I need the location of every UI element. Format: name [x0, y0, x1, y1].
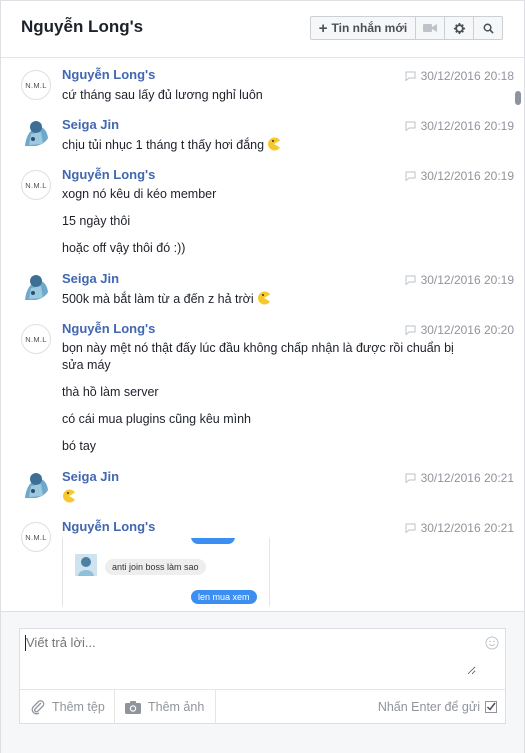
conversation-panel: Nguyễn Long's + Tin nhắn mới N.M.L Nguyễ… [0, 0, 525, 753]
attachment-blue-bubble: len mua xem [191, 590, 257, 604]
message-text: bọn này mệt nó thật đấy lúc đầu không ch… [62, 341, 454, 372]
avatar[interactable] [21, 470, 51, 500]
divider [114, 690, 115, 724]
timestamp: 30/12/2016 20:19 [405, 273, 514, 287]
attachment-avatar [75, 554, 97, 576]
pacman-emoji-icon [257, 291, 270, 305]
timestamp-text: 30/12/2016 20:19 [420, 273, 514, 287]
timestamp: 30/12/2016 20:19 [405, 119, 514, 133]
message-text: cứ tháng sau lấy đủ lương nghỉ luôn [62, 88, 263, 102]
message-text: có cái mua plugins cũng kêu mình [62, 412, 251, 426]
sender-name[interactable]: Seiga Jin [62, 117, 119, 132]
avatar[interactable] [21, 118, 51, 148]
sender-name[interactable]: Seiga Jin [62, 271, 119, 286]
message-status-icon [405, 275, 416, 285]
composer: Thêm tệp Thêm ảnh Nhấn Enter để gửi [1, 611, 524, 753]
message-text: hoặc off vậy thôi đó :)) [62, 241, 186, 255]
conversation-header: Nguyễn Long's + Tin nhắn mới [1, 1, 524, 58]
sender-name[interactable]: Nguyễn Long's [62, 321, 155, 336]
settings-button[interactable] [445, 16, 474, 40]
add-file-button[interactable]: Thêm tệp [30, 690, 105, 724]
attachment-blue-bubble-partial [191, 538, 236, 544]
timestamp-text: 30/12/2016 20:19 [420, 119, 514, 133]
message-text-content: chịu tủi nhục 1 tháng t thấy hơi đắng [62, 138, 265, 152]
sender-name[interactable]: Seiga Jin [62, 469, 119, 484]
sender-name[interactable]: Nguyễn Long's [62, 519, 155, 534]
timestamp-text: 30/12/2016 20:21 [420, 521, 514, 535]
timestamp: 30/12/2016 20:18 [405, 69, 514, 83]
camera-icon [125, 700, 141, 714]
pacman-emoji-icon [63, 489, 75, 503]
paperclip-icon [31, 700, 45, 715]
divider [215, 690, 216, 724]
timestamp: 30/12/2016 20:19 [405, 169, 514, 183]
message-status-icon [405, 71, 416, 81]
message-text [62, 489, 467, 506]
plus-icon: + [318, 19, 328, 37]
message-status-icon [405, 473, 416, 483]
new-message-label: Tin nhắn mới [331, 21, 408, 35]
message-text: thà hồ làm server [62, 385, 159, 399]
message-status-icon [405, 121, 416, 131]
timestamp-text: 30/12/2016 20:18 [420, 69, 514, 83]
timestamp: 30/12/2016 20:20 [405, 323, 514, 337]
attachment-grey-bubble: anti join boss làm sao [105, 559, 206, 575]
message-text: 500k mà bắt làm từ a đến z hả trời [62, 291, 467, 308]
avatar[interactable] [21, 272, 51, 302]
add-photo-label: Thêm ảnh [148, 700, 205, 714]
emoji-picker-icon[interactable] [485, 636, 499, 650]
search-icon [483, 23, 494, 34]
video-icon [423, 24, 437, 32]
message-text-content: 500k mà bắt làm từ a đến z hả trời [62, 292, 254, 306]
enter-to-send-label: Nhấn Enter để gửi [377, 700, 480, 714]
sender-name[interactable]: Nguyễn Long's [62, 167, 155, 182]
timestamp-text: 30/12/2016 20:19 [420, 169, 514, 183]
video-call-button[interactable] [416, 16, 445, 40]
timestamp: 30/12/2016 20:21 [405, 521, 514, 535]
message-text: chịu tủi nhục 1 tháng t thấy hơi đắng [62, 137, 467, 154]
reply-input[interactable] [26, 635, 476, 675]
search-button[interactable] [474, 16, 503, 40]
checkbox-checked-icon[interactable] [485, 701, 497, 713]
header-toolbar: + Tin nhắn mới [310, 16, 503, 40]
pacman-emoji-icon [268, 137, 281, 151]
message-status-icon [405, 171, 416, 181]
avatar[interactable]: N.M.L [21, 170, 51, 200]
timestamp-text: 30/12/2016 20:20 [420, 323, 514, 337]
avatar[interactable]: N.M.L [21, 70, 51, 100]
avatar[interactable]: N.M.L [21, 522, 51, 552]
new-message-button[interactable]: + Tin nhắn mới [310, 16, 416, 40]
message-status-icon [405, 523, 416, 533]
message-text: 15 ngày thôi [62, 214, 131, 228]
conversation-title: Nguyễn Long's [21, 17, 144, 36]
add-photo-button[interactable]: Thêm ảnh [124, 690, 204, 724]
gear-icon [453, 22, 465, 34]
composer-actions: Thêm tệp Thêm ảnh Nhấn Enter để gửi [20, 689, 505, 724]
message-text: xogn nó kêu di kéo member [62, 187, 217, 201]
message-list[interactable]: N.M.L Nguyễn Long's 30/12/2016 20:18 cứ … [1, 58, 524, 610]
composer-box: Thêm tệp Thêm ảnh Nhấn Enter để gửi [19, 628, 506, 724]
image-attachment[interactable]: anti join boss làm sao len mua xem [62, 538, 270, 606]
timestamp: 30/12/2016 20:21 [405, 471, 514, 485]
scrollbar-thumb[interactable] [515, 91, 521, 105]
timestamp-text: 30/12/2016 20:21 [420, 471, 514, 485]
enter-to-send-toggle[interactable]: Nhấn Enter để gửi [378, 690, 497, 724]
add-file-label: Thêm tệp [52, 700, 105, 714]
message-text: bó tay [62, 439, 97, 453]
message-status-icon [405, 325, 416, 335]
avatar[interactable]: N.M.L [21, 324, 51, 354]
sender-name[interactable]: Nguyễn Long's [62, 67, 155, 82]
